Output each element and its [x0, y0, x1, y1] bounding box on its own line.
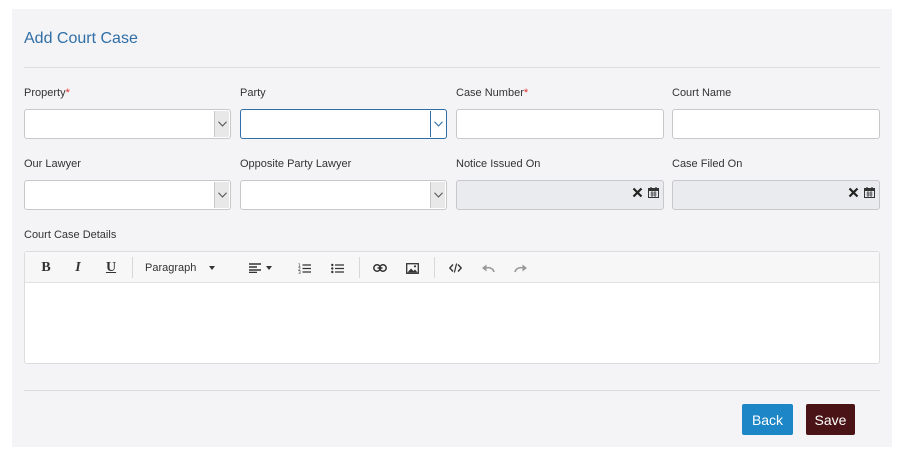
case-number-label: Case Number*: [456, 87, 529, 99]
unordered-list-icon[interactable]: [328, 259, 346, 277]
italic-icon[interactable]: I: [69, 259, 87, 277]
footer-divider: [24, 390, 880, 391]
link-icon[interactable]: [371, 259, 389, 277]
chevron-down-icon[interactable]: [214, 182, 229, 208]
chevron-down-icon[interactable]: [430, 182, 445, 208]
notice-issued-on-label: Notice Issued On: [456, 158, 541, 170]
editor-toolbar: B I U Paragraph 123: [25, 252, 879, 283]
property-label: Property*: [24, 87, 70, 99]
save-button[interactable]: Save: [806, 404, 855, 435]
chevron-down-icon[interactable]: [214, 111, 229, 137]
our-lawyer-label: Our Lawyer: [24, 158, 81, 170]
party-select[interactable]: [240, 109, 447, 139]
redo-icon[interactable]: [511, 259, 529, 277]
underline-icon[interactable]: U: [102, 259, 120, 277]
court-name-label: Court Name: [672, 87, 732, 99]
calendar-icon[interactable]: [864, 187, 875, 198]
party-label: Party: [240, 87, 266, 99]
paragraph-format-dropdown[interactable]: Paragraph: [145, 259, 225, 277]
title-divider: [24, 67, 880, 68]
back-button[interactable]: Back: [742, 404, 793, 435]
clear-icon[interactable]: [848, 187, 859, 198]
chevron-down-icon[interactable]: [430, 111, 445, 137]
opposite-party-lawyer-select[interactable]: [240, 180, 447, 210]
toolbar-divider: [434, 257, 435, 278]
add-court-case-panel: Add Court Case Property* Party Case Numb…: [12, 9, 892, 447]
toolbar-divider: [132, 257, 133, 278]
align-icon[interactable]: [243, 259, 277, 277]
caret-down-icon: [265, 266, 272, 270]
editor-content-area[interactable]: [25, 283, 879, 364]
bold-icon[interactable]: B: [37, 259, 55, 277]
svg-text:3: 3: [298, 270, 301, 274]
property-select[interactable]: [24, 109, 231, 139]
toolbar-divider: [359, 257, 360, 278]
our-lawyer-select[interactable]: [24, 180, 231, 210]
opposite-party-lawyer-label: Opposite Party Lawyer: [240, 158, 352, 170]
undo-icon[interactable]: [479, 259, 497, 277]
page-title: Add Court Case: [24, 30, 138, 47]
clear-icon[interactable]: [632, 187, 643, 198]
court-case-details-label: Court Case Details: [24, 229, 117, 241]
case-number-input[interactable]: [456, 109, 664, 139]
image-icon[interactable]: [403, 259, 421, 277]
case-filed-on-label: Case Filed On: [672, 158, 743, 170]
calendar-icon[interactable]: [648, 187, 659, 198]
ordered-list-icon[interactable]: 123: [295, 259, 313, 277]
case-filed-on-date[interactable]: [672, 180, 880, 210]
rich-text-editor: B I U Paragraph 123: [24, 251, 880, 364]
code-view-icon[interactable]: [446, 259, 464, 277]
court-name-input[interactable]: [672, 109, 880, 139]
notice-issued-on-date[interactable]: [456, 180, 664, 210]
caret-down-icon: [209, 266, 216, 270]
